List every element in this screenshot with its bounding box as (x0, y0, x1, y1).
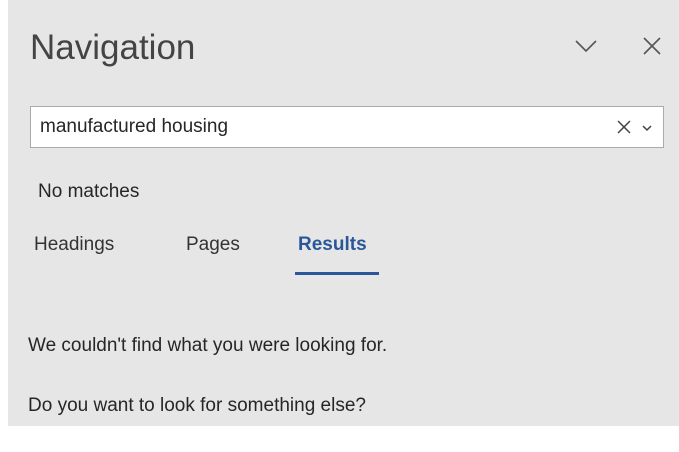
search-box (30, 106, 664, 148)
pane-title: Navigation (30, 28, 196, 67)
search-status: No matches (38, 181, 140, 202)
close-icon (643, 37, 661, 55)
search-options-dropdown[interactable] (639, 120, 655, 136)
close-icon (617, 120, 631, 134)
tab-results[interactable]: Results (298, 232, 367, 258)
search-suggestion-message: Do you want to look for something else? (28, 395, 366, 416)
selected-tab-indicator (295, 272, 379, 275)
navigation-pane: Navigation No matches Headings Pages Res… (8, 0, 679, 426)
chevron-down-icon (575, 40, 597, 53)
clear-search-button[interactable] (615, 118, 633, 136)
chevron-down-icon (642, 125, 652, 132)
tab-pages[interactable]: Pages (186, 232, 240, 258)
no-results-message: We couldn't find what you were looking f… (28, 335, 388, 356)
pane-close-button[interactable] (638, 32, 666, 60)
pane-options-button[interactable] (572, 32, 600, 60)
tab-headings[interactable]: Headings (34, 232, 114, 258)
search-input[interactable] (40, 107, 600, 147)
